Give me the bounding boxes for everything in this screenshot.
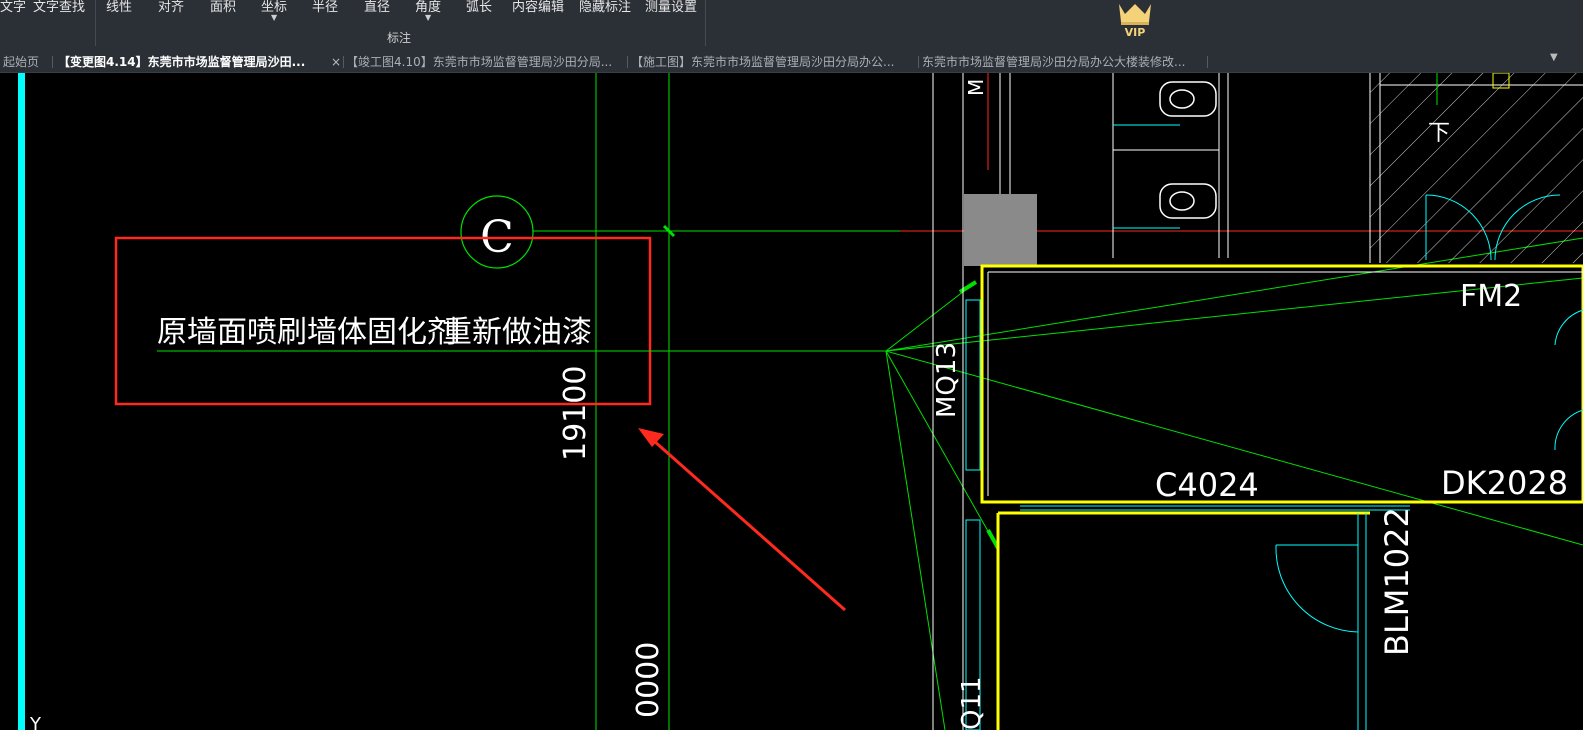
label-mq13: MQ13 (932, 342, 962, 418)
label-dk2028: DK2028 (1441, 464, 1568, 502)
pointer-arrow-head (638, 428, 664, 447)
chevron-down-icon[interactable]: ▼ (271, 14, 277, 22)
tab-divider (918, 56, 919, 68)
tool-measure-set[interactable]: 测量设置 (645, 0, 697, 18)
vip-label: VIP (1125, 26, 1146, 39)
tool-hide-dim[interactable]: 隐藏标注 (579, 0, 631, 18)
door-swing (1554, 309, 1583, 346)
ribbon-separator (705, 0, 706, 46)
tab-divider (343, 56, 344, 68)
drawing-canvas[interactable]: C 原墙面喷刷墙体固化剂 重新做油漆 19100 0000 MQ13 Q11 M (0, 73, 1583, 730)
ribbon-toolbar: 文字 文字查找 线性 对齐 面积 坐标 ▼ 半径 直径 角度 ▼ 弧长 内容编辑… (0, 0, 1583, 50)
ribbon-separator (95, 0, 96, 46)
tab-divider (52, 56, 53, 68)
door-swing (1554, 409, 1583, 451)
tab-renovation-drawing[interactable]: 东莞市市场监督管理局沙田分局办公大楼装修改... (922, 52, 1204, 72)
label-down: 下 (1428, 121, 1450, 146)
tab-construction-drawing[interactable]: 【施工图】东莞市市场监督管理局沙田分局办公... (631, 52, 916, 72)
tab-change-drawing[interactable]: 【变更图4.14】东莞市市场监督管理局沙田... (58, 52, 328, 72)
tab-divider (627, 56, 628, 68)
tool-content-edit[interactable]: 内容编辑 (512, 0, 564, 18)
label-fm2: FM2 (1460, 279, 1522, 314)
close-icon[interactable]: × (331, 52, 341, 72)
curtain-wall (965, 299, 981, 471)
label-c4024: C4024 (1155, 466, 1259, 504)
tab-as-built-drawing[interactable]: 【竣工图4.10】东莞市市场监督管理局沙田分局... (346, 52, 624, 72)
ribbon-group-label: 标注 (387, 31, 412, 45)
toilet-icon (1159, 81, 1217, 117)
tab-start-page[interactable]: 起始页 (3, 52, 49, 72)
tool-radius[interactable]: 半径 (312, 0, 338, 18)
leader-line (885, 350, 1583, 546)
tool-diameter[interactable]: 直径 (364, 0, 390, 18)
label-m: M (964, 79, 988, 96)
tool-arc[interactable]: 弧长 (466, 0, 492, 18)
tool-align[interactable]: 对齐 (158, 0, 184, 18)
dimension-label-0000: 0000 (631, 642, 666, 718)
note-text-1: 原墙面喷刷墙体固化剂 (157, 315, 457, 350)
structural-column (964, 194, 1037, 266)
toilet-icon (1159, 183, 1217, 219)
note-text-2: 重新做油漆 (442, 315, 592, 350)
leader-line (885, 287, 969, 352)
label-blm1022: BLM1022 (1378, 507, 1416, 656)
tool-linear[interactable]: 线性 (106, 0, 132, 18)
pointer-arrow-line (644, 431, 846, 612)
document-tab-bar: 起始页 【变更图4.14】东莞市市场监督管理局沙田... × 【竣工图4.10】… (0, 50, 1583, 73)
leader-arrow (958, 280, 978, 294)
cyan-boundary-line (18, 73, 25, 730)
dimension-label-19100: 19100 (558, 366, 593, 461)
tool-text[interactable]: 文字 (0, 0, 26, 18)
label-q11: Q11 (957, 676, 987, 730)
door-swing (1275, 544, 1359, 633)
chevron-down-icon[interactable]: ▼ (425, 14, 431, 22)
label-y-axis: Y (29, 714, 42, 730)
tool-area[interactable]: 面积 (210, 0, 236, 18)
stair-hatch (1370, 73, 1583, 263)
chevron-down-icon[interactable]: ▼ (1550, 52, 1558, 63)
vip-crown-icon[interactable]: VIP (1113, 0, 1157, 40)
tool-text-find[interactable]: 文字查找 (33, 0, 85, 18)
tab-divider (1207, 56, 1208, 68)
